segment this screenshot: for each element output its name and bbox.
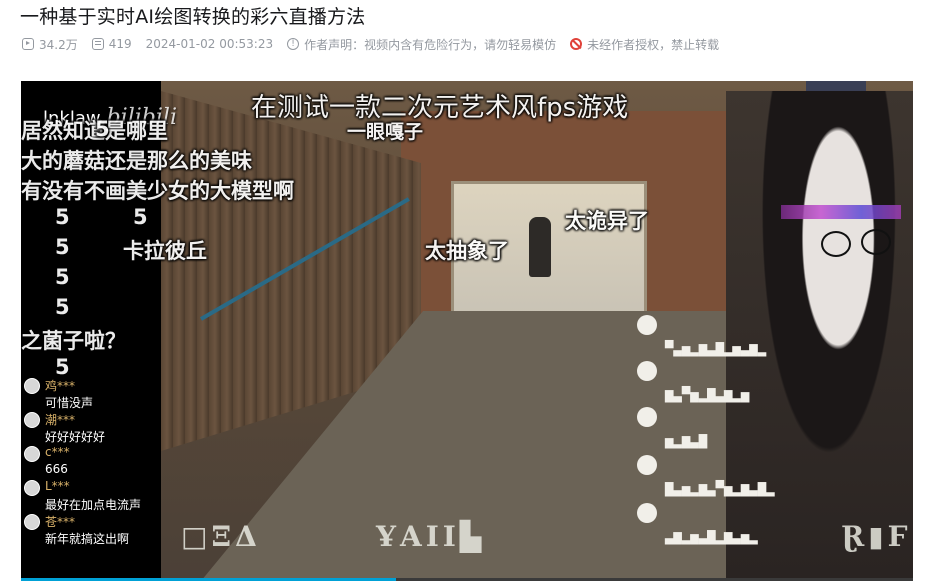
scene-glasses-left (821, 231, 851, 257)
progress-bar-fill (21, 578, 396, 581)
repost-notice-text: 未经作者授权，禁止转载 (587, 37, 720, 52)
danmaku-item: 一眼嘎子 (347, 121, 424, 143)
danmaku-item: 5 (133, 205, 148, 229)
danmaku-item: 5 (95, 117, 110, 141)
video-player[interactable]: □ΞΔ ҰΑΙΙ▙ Ɽ▮Ϝ ▀▃▅▂▆▃▇▂▅▃▆▂ ▆▃▀▅▂▇▃▆▂▅ ▅▂… (21, 81, 913, 581)
scene-dot (637, 361, 657, 381)
scene-garbled-text-right: Ɽ▮Ϝ (841, 520, 912, 553)
danmaku-item: 太抽象了 (425, 239, 509, 263)
chat-avatar[interactable] (24, 514, 40, 530)
scene-garbled-line: ▆▃▀▅▂▇▃▆▂▅ (665, 387, 750, 403)
author-statement-text: 作者声明：视频内含有危险行为，请勿轻易模仿 (304, 37, 557, 52)
video-frame: □ΞΔ ҰΑΙΙ▙ Ɽ▮Ϝ ▀▃▅▂▆▃▇▂▅▃▆▂ ▆▃▀▅▂▇▃▆▂▅ ▅▂… (161, 81, 913, 581)
scene-garbled-line: ▀▃▅▂▆▃▇▂▅▃▆▂ (665, 341, 767, 357)
view-count: 34.2万 (22, 36, 78, 53)
chat-username[interactable]: L*** (45, 479, 70, 493)
danmaku-item: 5 (55, 295, 70, 319)
chat-avatar[interactable] (24, 378, 40, 394)
danmaku-item: 5 (55, 265, 70, 289)
scene-dot (637, 455, 657, 475)
subtitle: 在测试一款二次元艺术风fps游戏 (251, 93, 629, 123)
danmaku-count-text: 419 (108, 37, 132, 51)
scene-garbled-line: ▃▆▂▅▃▇▂▆▃▅▂ (665, 529, 758, 545)
no-repost-icon (570, 38, 583, 50)
chat-message: 可惜没声 (45, 396, 94, 410)
scene-dot (637, 315, 657, 335)
repost-notice: 未经作者授权，禁止转载 (570, 36, 719, 53)
progress-bar[interactable] (21, 578, 913, 581)
chat-item: c*** 666 (24, 445, 164, 479)
scene-garbled-text-mid: ҰΑΙΙ▙ (376, 520, 486, 553)
video-title: 一种基于实时AI绘图转换的彩六直播方法 (20, 6, 366, 28)
play-count-icon (22, 38, 34, 50)
scene-glasses-right (861, 229, 891, 255)
chat-item: 潮*** 好好好好好 (24, 411, 164, 445)
scene-person (529, 217, 551, 277)
chat-username[interactable]: c*** (45, 445, 70, 459)
danmaku-item: 之菌子啦？ (21, 329, 126, 353)
video-meta-bar: 34.2万 419 2024-01-02 00:53:23 ! 作者声明：视频内… (22, 34, 733, 54)
danmaku-item: 有没有不画美少女的大模型啊 (21, 179, 294, 203)
danmaku-item: 卡拉彼丘 (123, 239, 207, 263)
publish-time: 2024-01-02 00:53:23 (145, 37, 274, 51)
chat-avatar[interactable] (24, 480, 40, 496)
author-statement[interactable]: ! 作者声明：视频内含有危险行为，请勿轻易模仿 (287, 36, 556, 53)
chat-avatar[interactable] (24, 412, 40, 428)
chat-message: 好好好好好 (45, 430, 106, 444)
chat-username[interactable]: 苍*** (45, 513, 75, 530)
chat-item: 鸡*** 可惜没声 (24, 377, 164, 411)
scene-garbled-text-left: □ΞΔ (181, 520, 261, 553)
chat-message: 新年就搞这出啊 (45, 532, 130, 546)
chat-item: L*** 最好在加点电流声 (24, 479, 164, 513)
info-circle-icon: ! (287, 38, 300, 50)
scene-anime-girl (726, 91, 913, 581)
scene-dot (637, 503, 657, 523)
danmaku-item: 5 (55, 205, 70, 229)
danmaku-item: 大的蘑菇还是那么的美味 (21, 149, 252, 173)
chat-avatar[interactable] (24, 446, 40, 462)
chat-username[interactable]: 鸡*** (45, 377, 75, 394)
chat-item: 苍*** 新年就搞这出啊 (24, 513, 164, 547)
danmaku-item: 5 (55, 235, 70, 259)
chat-message: 666 (45, 462, 68, 476)
view-count-text: 34.2万 (39, 37, 78, 52)
danmaku-count-icon (91, 38, 104, 50)
live-chat-list: 鸡*** 可惜没声 潮*** 好好好好好 c*** 666 L*** 最好在加点… (24, 377, 164, 547)
scene-garbled-line: ▇▃▅▂▆▃▀▅▂▆▃▇▂ (665, 481, 775, 497)
danmaku-item: 太诡异了 (565, 209, 649, 233)
chat-message: 最好在加点电流声 (45, 498, 142, 512)
chat-username[interactable]: 潮*** (45, 411, 75, 428)
scene-glitch-bar (781, 205, 901, 219)
danmaku-count: 419 (91, 37, 132, 51)
scene-dot (637, 407, 657, 427)
danmaku-item: 5 (55, 355, 70, 379)
scene-garbled-line: ▅▂▆▃▇ (665, 433, 708, 449)
